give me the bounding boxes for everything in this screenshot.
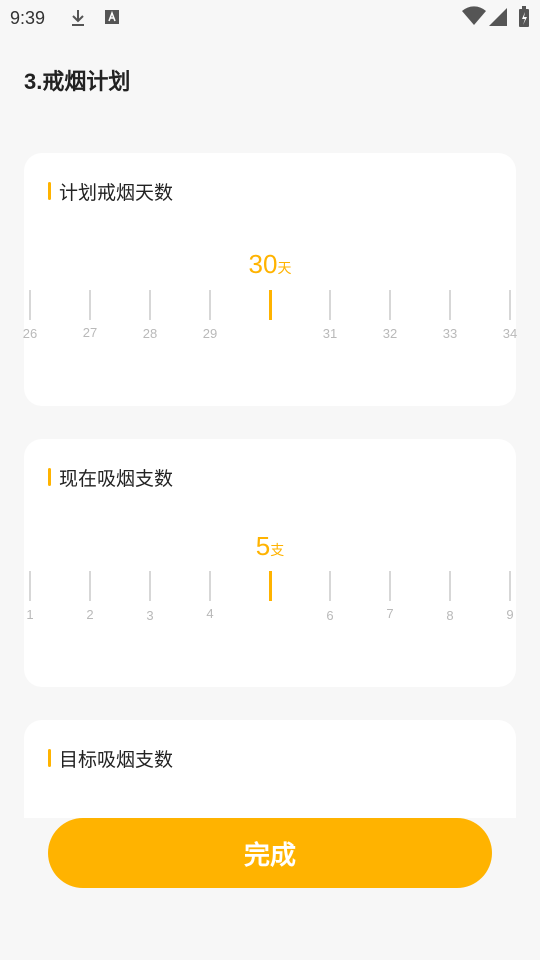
selected-tick (269, 571, 272, 601)
selected-tick (269, 290, 272, 320)
tick-label: 9 (506, 607, 514, 622)
card-header: 现在吸烟支数 (48, 467, 173, 490)
tick-label: 6 (326, 608, 334, 623)
value-unit: 天 (277, 260, 292, 276)
value-number: 30 (248, 249, 278, 279)
ruler-tick (389, 290, 391, 320)
ruler-tick (209, 571, 211, 601)
title-marker (48, 749, 51, 767)
tick-label: 34 (502, 326, 518, 341)
tick-label: 2 (86, 607, 94, 622)
ruler-tick (29, 571, 31, 601)
ruler-tick (209, 290, 211, 320)
ruler-tick (89, 571, 91, 601)
tick-label: 4 (206, 606, 214, 621)
wifi-icon (462, 6, 486, 31)
days-ruler[interactable]: 26 27 28 29 31 32 33 34 (23, 290, 517, 350)
signal-icon (488, 7, 508, 32)
ruler-tick (509, 290, 511, 320)
card-title: 现在吸烟支数 (59, 468, 174, 490)
tick-label: 7 (386, 606, 394, 621)
card-title: 计划戒烟天数 (59, 182, 174, 204)
ruler-tick (329, 290, 331, 320)
status-time: 9:39 (10, 8, 46, 28)
current-cigarettes-card: 现在吸烟支数 5支 1 2 3 4 6 7 8 9 (24, 439, 516, 687)
ruler-tick (89, 290, 91, 320)
card-header: 计划戒烟天数 (48, 181, 173, 204)
ruler-tick (449, 571, 451, 601)
target-cigarettes-card: 目标吸烟支数 (24, 720, 516, 818)
ruler-tick (449, 290, 451, 320)
finish-button[interactable]: 完成 (48, 818, 492, 888)
tick-label: 29 (202, 326, 218, 341)
tick-label: 8 (446, 608, 454, 623)
tick-label: 3 (146, 608, 154, 623)
title-marker (48, 182, 51, 200)
status-bar: 9:39 (0, 0, 540, 36)
plan-days-card: 计划戒烟天数 30天 26 27 28 29 31 32 33 34 (23, 153, 517, 406)
value-number: 5 (255, 531, 271, 561)
cigarettes-ruler[interactable]: 1 2 3 4 6 7 8 9 (24, 571, 516, 631)
ruler-tick (149, 290, 151, 320)
ruler-tick (149, 571, 151, 601)
ruler-tick (329, 571, 331, 601)
tick-label: 1 (26, 607, 34, 622)
value-unit: 支 (270, 542, 285, 558)
selected-value: 30天 (210, 249, 330, 280)
tick-label: 32 (382, 326, 398, 341)
battery-icon (518, 6, 530, 33)
ruler-tick (389, 571, 391, 601)
a-icon (104, 8, 120, 31)
ruler-tick (509, 571, 511, 601)
tick-label: 31 (322, 326, 338, 341)
selected-value: 5支 (210, 531, 330, 562)
tick-label: 28 (142, 326, 158, 341)
tick-label: 33 (442, 326, 458, 341)
download-icon (68, 8, 88, 33)
card-header: 目标吸烟支数 (48, 748, 173, 771)
title-marker (48, 468, 51, 486)
card-title: 目标吸烟支数 (59, 749, 174, 771)
ruler-tick (29, 290, 31, 320)
tick-label: 27 (82, 325, 98, 340)
page-title: 3.戒烟计划 (24, 69, 131, 94)
tick-label: 26 (22, 326, 38, 341)
